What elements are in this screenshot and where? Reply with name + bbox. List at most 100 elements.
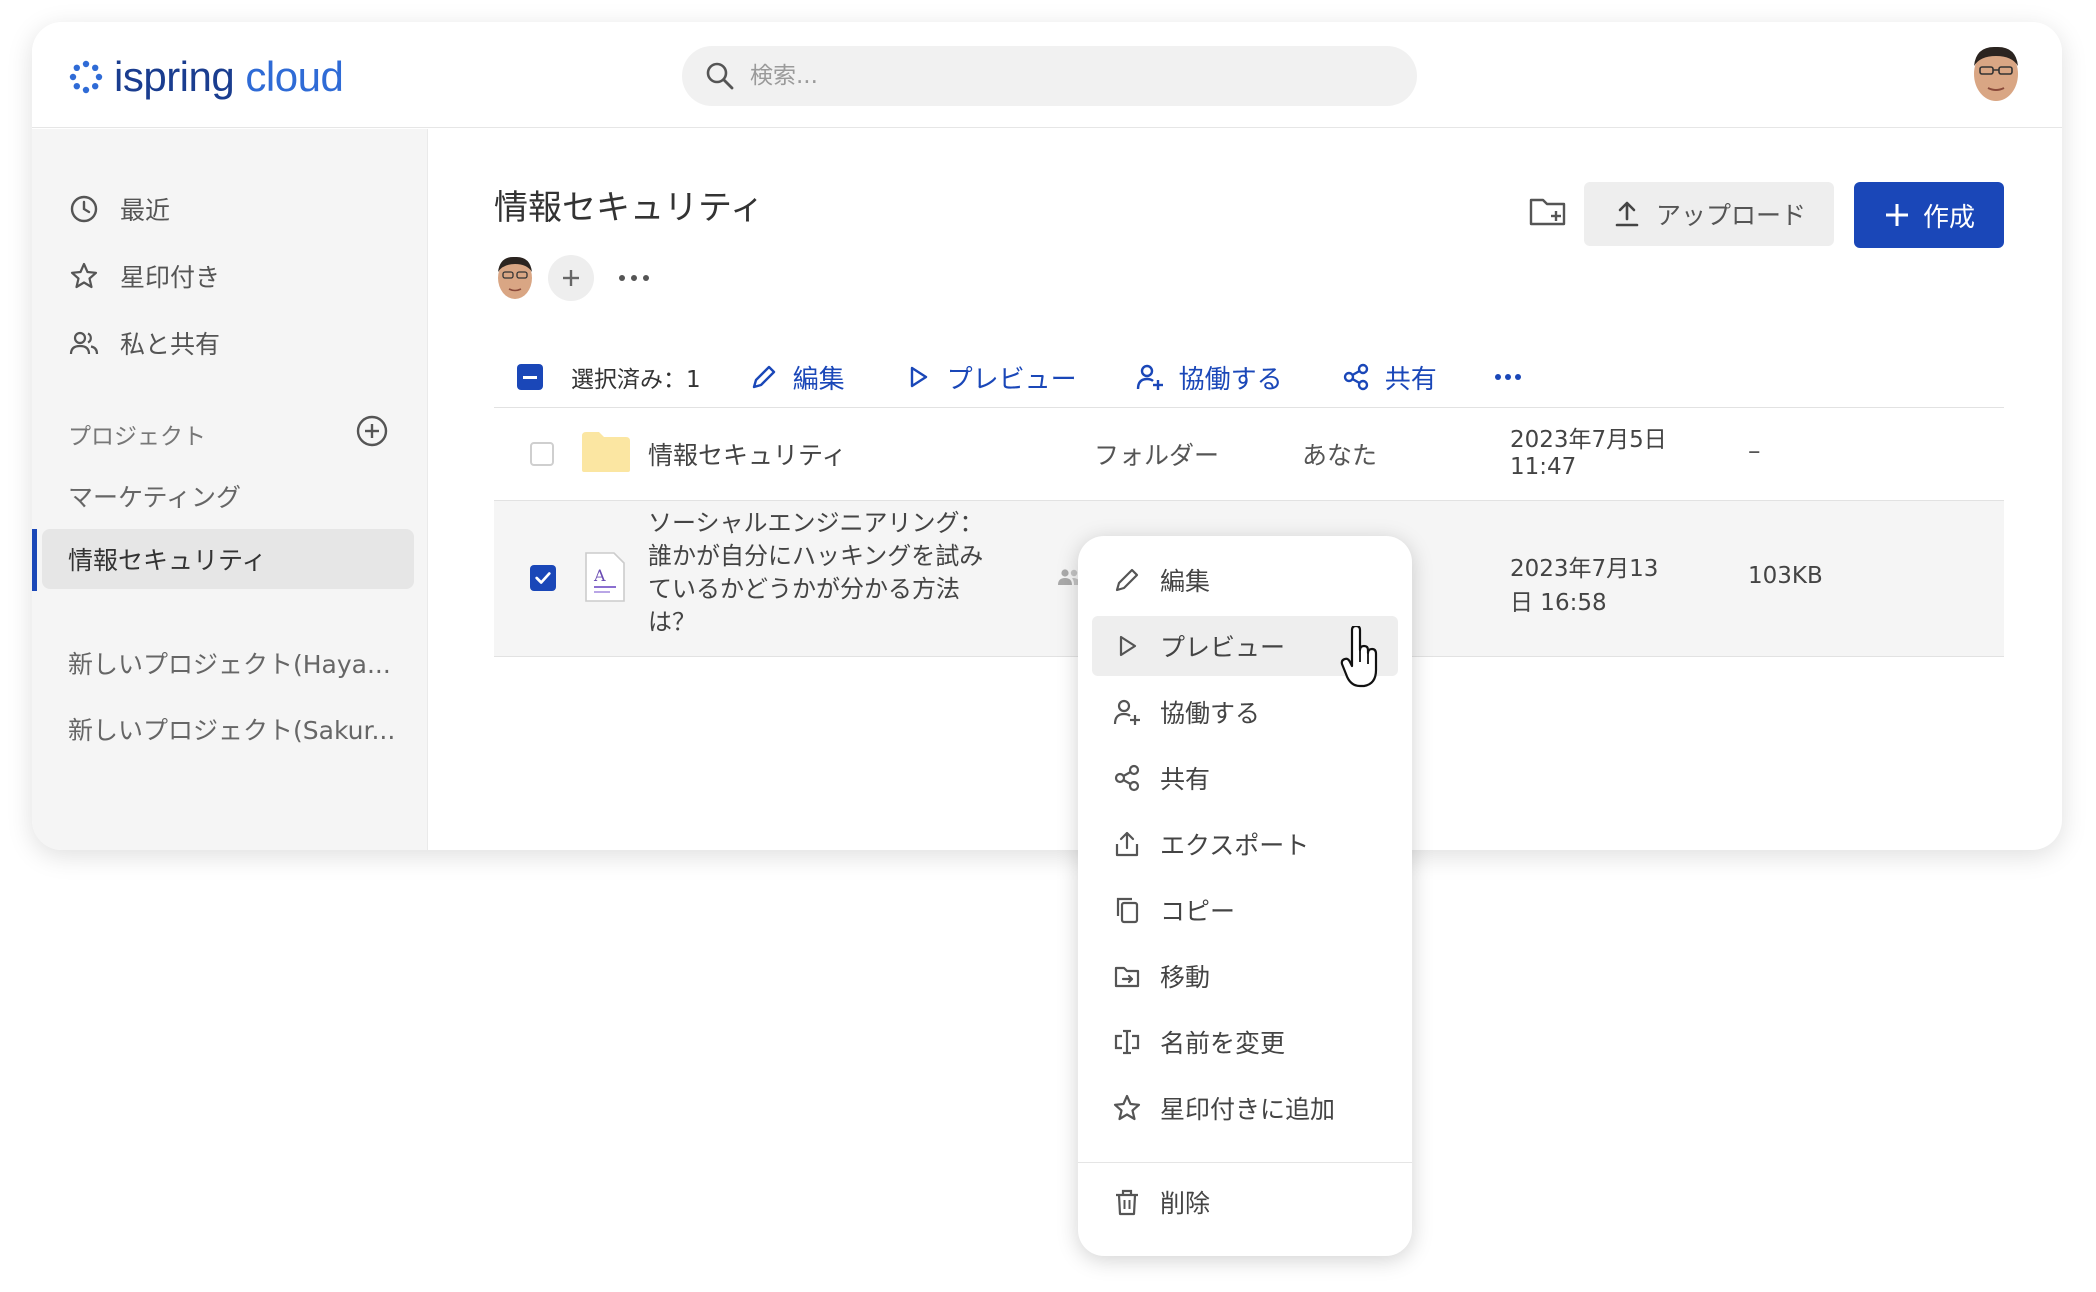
row-date-line2: 日 16:58 — [1510, 590, 1607, 616]
row-date-line1: 2023年7月5日 — [1510, 427, 1667, 453]
table-row[interactable]: 情報セキュリティ フォルダー あなた 2023年7月5日 11:47 – — [494, 408, 2004, 500]
ispring-logo-icon — [69, 60, 103, 94]
more-horizontal-icon — [1494, 374, 1521, 380]
sidebar-item-label: 星印付き — [120, 263, 221, 292]
select-all-checkbox[interactable] — [517, 364, 543, 390]
action-label: 編集 — [792, 364, 845, 395]
menu-item-move[interactable]: 移動 — [1092, 946, 1398, 1006]
member-avatar[interactable] — [494, 254, 536, 302]
create-button[interactable]: 作成 — [1854, 182, 2004, 248]
members-more-button[interactable] — [616, 260, 652, 296]
menu-item-add-star[interactable]: 星印付きに追加 — [1092, 1078, 1398, 1138]
row-name-line: は？ — [648, 608, 696, 636]
svg-text:A: A — [593, 566, 606, 585]
menu-item-rename[interactable]: 名前を変更 — [1092, 1012, 1398, 1072]
action-more-button[interactable] — [1493, 359, 1529, 395]
share-icon — [1343, 363, 1368, 391]
sidebar-item-label: 最近 — [120, 196, 171, 225]
action-preview-button[interactable]: プレビュー — [903, 359, 1077, 396]
user-avatar[interactable] — [1968, 44, 2024, 106]
action-collaborate-button[interactable]: 協働する — [1135, 359, 1283, 396]
menu-item-label: 星印付きに追加 — [1160, 1095, 1336, 1124]
search-icon — [706, 62, 734, 90]
row-checkbox-checked[interactable] — [530, 565, 556, 591]
row-date-line2: 11:47 — [1510, 454, 1577, 480]
export-icon — [1115, 831, 1139, 857]
play-icon — [910, 366, 927, 388]
upload-icon — [1615, 201, 1639, 227]
row-name-line: 誰かが自分にハッキングを試み — [648, 542, 984, 570]
trash-icon — [1116, 1189, 1138, 1216]
page-title: 情報セキュリティ — [494, 188, 764, 228]
row-name-line: ソーシャルエンジニアリング： — [648, 509, 984, 537]
menu-item-label: エクスポート — [1160, 831, 1310, 860]
action-label: 共有 — [1384, 364, 1437, 395]
row-owner: あなた — [1302, 441, 1378, 470]
star-icon — [70, 262, 98, 289]
selection-action-bar: 選択済み：1 編集 プレビュー 協働する 共有 — [517, 355, 1529, 399]
new-folder-icon[interactable] — [1526, 190, 1570, 234]
create-label: 作成 — [1922, 202, 1975, 233]
action-label: プレビュー — [946, 364, 1077, 395]
menu-item-export[interactable]: エクスポート — [1092, 814, 1398, 874]
search-input[interactable] — [750, 63, 1350, 89]
add-member-button[interactable] — [548, 255, 594, 301]
project-members — [494, 254, 652, 302]
menu-item-edit[interactable]: 編集 — [1092, 550, 1398, 610]
menu-item-delete[interactable]: 削除 — [1092, 1172, 1398, 1232]
row-type: フォルダー — [1094, 441, 1220, 470]
sidebar-item-starred[interactable]: 星印付き — [68, 256, 220, 296]
action-label: 協働する — [1178, 364, 1283, 395]
ispring-logo[interactable]: ispring cloud — [66, 52, 344, 102]
upload-button[interactable]: アップロード — [1584, 182, 1834, 246]
add-project-icon[interactable] — [355, 414, 389, 448]
people-icon — [69, 331, 99, 355]
search-bar[interactable] — [682, 46, 1417, 106]
sidebar-project-marketing[interactable]: マーケティング — [68, 476, 241, 516]
row-checkbox[interactable] — [530, 442, 554, 466]
row-size: 103KB — [1748, 563, 1823, 589]
person-add-icon — [1113, 699, 1140, 725]
menu-item-copy[interactable]: コピー — [1092, 880, 1398, 940]
menu-item-label: 編集 — [1160, 567, 1211, 596]
hand-cursor-icon — [1340, 626, 1378, 688]
upload-label: アップロード — [1655, 201, 1806, 230]
menu-item-label: コピー — [1160, 897, 1236, 926]
rename-icon — [1114, 1029, 1140, 1055]
document-file-icon: A — [585, 552, 625, 602]
sidebar-project-new-haya[interactable]: 新しいプロジェクト(Haya... — [68, 643, 391, 683]
sidebar-project-infosec[interactable]: 情報セキュリティ — [42, 529, 414, 589]
menu-item-share[interactable]: 共有 — [1092, 748, 1398, 808]
clock-icon — [70, 195, 98, 223]
sidebar-item-shared[interactable]: 私と共有 — [68, 323, 220, 363]
sidebar-item-label: 私と共有 — [120, 330, 221, 359]
folder-icon — [582, 432, 630, 472]
row-size: – — [1748, 436, 1761, 465]
app-window: ispring cloud 最近 — [32, 22, 2062, 850]
menu-item-label: 名前を変更 — [1160, 1029, 1286, 1058]
active-project-indicator — [32, 529, 37, 591]
pencil-icon — [752, 365, 775, 389]
sidebar-item-recent[interactable]: 最近 — [68, 189, 170, 229]
play-icon — [1119, 635, 1137, 657]
star-icon — [1113, 1094, 1141, 1121]
sidebar-project-new-sakur[interactable]: 新しいプロジェクト(Sakur... — [68, 709, 395, 749]
pencil-icon — [1115, 568, 1139, 592]
menu-item-label: 移動 — [1160, 963, 1211, 992]
menu-item-label: プレビュー — [1160, 633, 1286, 662]
projects-section-label: プロジェクト — [68, 424, 206, 450]
menu-item-label: 削除 — [1160, 1189, 1211, 1218]
action-share-button[interactable]: 共有 — [1341, 359, 1437, 396]
row-name: ソーシャルエンジニアリング： 誰かが自分にハッキングを試み ているかどうかが分か… — [648, 507, 1008, 639]
action-edit-button[interactable]: 編集 — [749, 359, 845, 396]
logo-text: ispring cloud — [114, 53, 344, 100]
copy-icon — [1116, 897, 1139, 924]
row-name: 情報セキュリティ — [648, 441, 847, 470]
row-date-line1: 2023年7月13 — [1510, 556, 1659, 582]
menu-item-collaborate[interactable]: 協働する — [1092, 682, 1398, 742]
menu-item-label: 協働する — [1160, 699, 1261, 728]
sidebar: 最近 星印付き 私と共有 プロジェクト マーケティング 情報セキュリティ 新しい… — [32, 129, 428, 850]
menu-item-label: 共有 — [1160, 765, 1211, 794]
move-icon — [1114, 966, 1140, 988]
share-icon — [1114, 764, 1140, 792]
